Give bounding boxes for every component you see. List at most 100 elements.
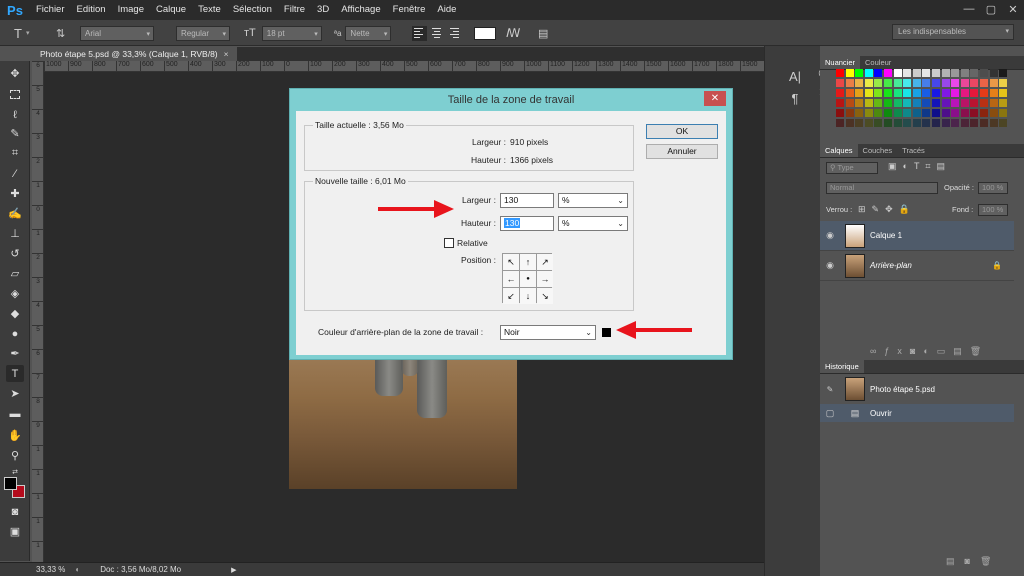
- color-swatch[interactable]: [932, 119, 940, 127]
- pen-tool-icon[interactable]: ✒: [6, 345, 24, 362]
- color-swatch[interactable]: [893, 99, 902, 107]
- bg-color-swatch[interactable]: [602, 328, 611, 337]
- color-swatch[interactable]: [989, 109, 998, 117]
- clone-stamp-tool-icon[interactable]: ⊥: [6, 225, 24, 242]
- opacity-input[interactable]: 100 %: [978, 182, 1008, 194]
- status-menu-arrow-icon[interactable]: ▶: [231, 566, 236, 574]
- color-swatch[interactable]: [874, 89, 883, 97]
- color-swatch[interactable]: [970, 99, 979, 107]
- menu-filtre[interactable]: Filtre: [278, 0, 311, 20]
- color-swatch[interactable]: [845, 69, 854, 77]
- anchor-top-left[interactable]: ↖: [503, 254, 519, 270]
- align-center-button[interactable]: [429, 26, 444, 41]
- anchor-left[interactable]: ←: [503, 271, 519, 287]
- color-swatch[interactable]: [912, 119, 921, 127]
- color-swatch[interactable]: [989, 79, 998, 87]
- color-swatch[interactable]: [960, 119, 969, 127]
- color-swatch[interactable]: [864, 119, 873, 127]
- color-swatch[interactable]: [932, 69, 940, 77]
- eyedropper-tool-icon[interactable]: ⁄: [6, 165, 24, 182]
- color-swatch[interactable]: [874, 79, 883, 87]
- color-swatch[interactable]: [893, 69, 902, 77]
- quick-selection-tool-icon[interactable]: ✎: [6, 125, 24, 142]
- color-swatch[interactable]: [960, 109, 969, 117]
- path-selection-tool-icon[interactable]: ➤: [6, 385, 24, 402]
- color-swatch[interactable]: [855, 69, 864, 77]
- color-swatch[interactable]: [864, 79, 873, 87]
- color-swatch[interactable]: [980, 99, 988, 107]
- type-tool-preset[interactable]: T ▾: [14, 24, 29, 42]
- anchor-right[interactable]: →: [537, 271, 553, 287]
- eye-icon[interactable]: ◉: [820, 260, 840, 271]
- move-tool-icon[interactable]: ✥: [6, 65, 24, 82]
- color-swatch[interactable]: [845, 109, 854, 117]
- color-swatch[interactable]: [836, 89, 844, 97]
- layer-filter-icons[interactable]: ▣◐T⌗▤: [888, 161, 951, 172]
- menu-edition[interactable]: Edition: [71, 0, 112, 20]
- color-swatch[interactable]: [922, 119, 931, 127]
- relative-checkbox[interactable]: [444, 238, 454, 248]
- zoom-tool-icon[interactable]: ⚲: [6, 447, 24, 464]
- color-swatch[interactable]: [951, 69, 960, 77]
- color-swatch[interactable]: [941, 89, 950, 97]
- color-swatch[interactable]: [999, 89, 1008, 97]
- color-swatch[interactable]: [941, 119, 950, 127]
- color-swatch[interactable]: [932, 109, 940, 117]
- color-swatch[interactable]: [941, 79, 950, 87]
- color-swatch[interactable]: [951, 109, 960, 117]
- character-panel-icon[interactable]: ▤: [538, 27, 548, 40]
- color-swatch[interactable]: [903, 99, 912, 107]
- eraser-tool-icon[interactable]: ▱: [6, 265, 24, 282]
- menu-aide[interactable]: Aide: [431, 0, 462, 20]
- color-swatch[interactable]: [951, 79, 960, 87]
- color-swatch[interactable]: [912, 89, 921, 97]
- color-swatch[interactable]: [855, 119, 864, 127]
- color-swatch[interactable]: [951, 89, 960, 97]
- color-swatch[interactable]: [922, 79, 931, 87]
- marquee-tool-icon[interactable]: [6, 86, 24, 103]
- bg-color-select[interactable]: Noir ⌄: [500, 325, 596, 340]
- color-swatch[interactable]: [999, 109, 1008, 117]
- color-swatch[interactable]: [912, 79, 921, 87]
- shape-tool-icon[interactable]: ▬: [6, 405, 24, 422]
- color-swatch[interactable]: [922, 99, 931, 107]
- color-swatch[interactable]: [884, 99, 892, 107]
- history-brush-tool-icon[interactable]: ↺: [6, 245, 24, 262]
- text-color-swatch[interactable]: [474, 26, 496, 40]
- color-swatch[interactable]: [845, 99, 854, 107]
- color-swatch[interactable]: [855, 79, 864, 87]
- zoom-level[interactable]: 33,33 %: [36, 565, 65, 574]
- color-swatch[interactable]: [845, 79, 854, 87]
- character-panel-icon[interactable]: A|: [785, 66, 805, 86]
- orientation-toggle[interactable]: ⇅: [56, 24, 65, 42]
- color-swatch[interactable]: [989, 69, 998, 77]
- color-swatch[interactable]: [855, 89, 864, 97]
- color-swatch[interactable]: [970, 69, 979, 77]
- height-unit-select[interactable]: % ⌄: [558, 216, 628, 231]
- menu-texte[interactable]: Texte: [192, 0, 227, 20]
- anchor-top[interactable]: ↑: [520, 254, 536, 270]
- color-swatch[interactable]: [836, 79, 844, 87]
- color-swatch[interactable]: [989, 99, 998, 107]
- color-swatch[interactable]: [903, 89, 912, 97]
- crop-tool-icon[interactable]: ⌗: [6, 145, 24, 162]
- dialog-close-button[interactable]: ✕: [704, 91, 726, 106]
- ok-button[interactable]: OK: [646, 124, 718, 139]
- warp-text-icon[interactable]: ꟿ: [506, 26, 520, 40]
- align-left-button[interactable]: [412, 25, 427, 41]
- color-swatch[interactable]: [922, 109, 931, 117]
- color-swatch[interactable]: [903, 109, 912, 117]
- color-swatch[interactable]: [970, 79, 979, 87]
- color-swatch[interactable]: [951, 99, 960, 107]
- color-swatch[interactable]: [893, 119, 902, 127]
- color-swatch[interactable]: [855, 109, 864, 117]
- antialias-select[interactable]: Nette ▾: [345, 25, 392, 41]
- layers-footer-icons[interactable]: ∞ƒx◙◐▭▤🗑: [870, 346, 989, 357]
- color-swatch[interactable]: [864, 109, 873, 117]
- paint-bucket-tool-icon[interactable]: ◈: [6, 285, 24, 302]
- history-snapshot[interactable]: ✎ Photo étape 5.psd: [820, 374, 1014, 404]
- color-swatch[interactable]: [893, 109, 902, 117]
- layer-row[interactable]: ◉ Calque 1: [820, 221, 1014, 251]
- document-tab[interactable]: Photo étape 5.psd @ 33,3% (Calque 1, RVB…: [32, 47, 237, 61]
- tab-couleur[interactable]: Couleur: [860, 56, 896, 69]
